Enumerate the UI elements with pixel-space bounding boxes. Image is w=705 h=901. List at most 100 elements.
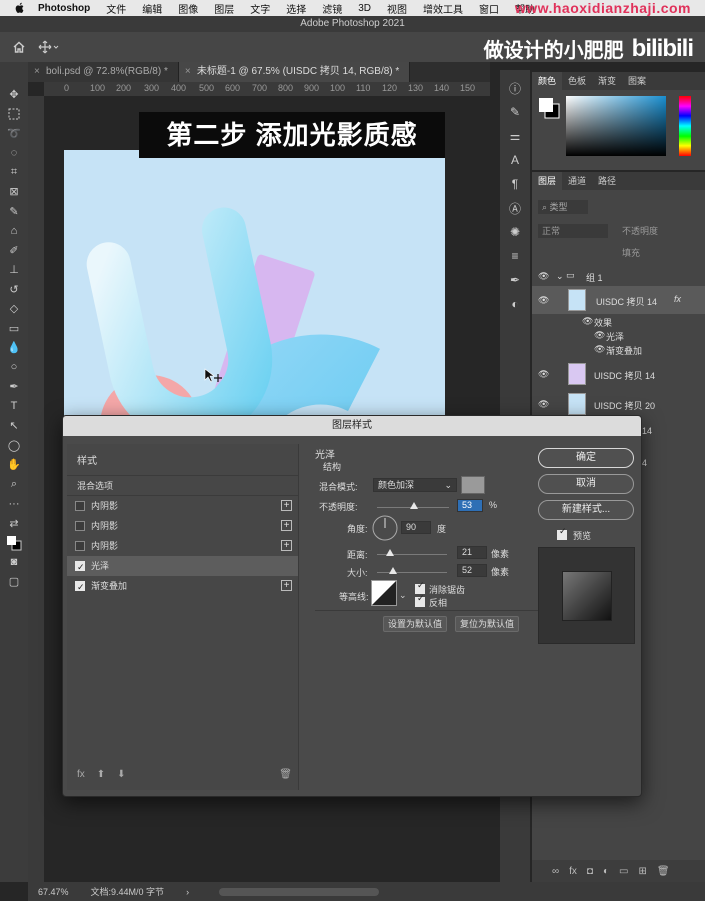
new-style-button[interactable]: 新建样式... bbox=[538, 500, 634, 520]
color-picker[interactable] bbox=[532, 90, 705, 170]
zoom-level[interactable]: 67.47% bbox=[38, 887, 69, 897]
eraser-icon[interactable]: ◇ bbox=[5, 301, 23, 318]
eye-icon[interactable]: 👁 bbox=[582, 316, 593, 327]
tab-patterns[interactable]: 图案 bbox=[622, 72, 652, 90]
angle-dial[interactable] bbox=[371, 514, 399, 542]
style-item-satin[interactable]: 光泽 bbox=[67, 556, 298, 577]
cancel-button[interactable]: 取消 bbox=[538, 474, 634, 494]
distance-slider-knob[interactable] bbox=[386, 549, 394, 556]
history-brush-icon[interactable]: ↺ bbox=[5, 281, 23, 298]
libraries-icon[interactable]: ✺ bbox=[505, 222, 525, 242]
quick-mask-icon[interactable]: ◙ bbox=[5, 554, 23, 571]
fx-icon[interactable]: fx bbox=[77, 769, 85, 780]
color-swatch[interactable] bbox=[461, 476, 485, 494]
eye-icon[interactable]: 👁 bbox=[538, 271, 549, 282]
hand-tool-icon[interactable]: ✋ bbox=[5, 457, 23, 474]
type-tool-icon[interactable]: T bbox=[5, 398, 23, 415]
home-icon[interactable] bbox=[12, 40, 26, 54]
tab-channels[interactable]: 通道 bbox=[562, 172, 592, 190]
contour-preview[interactable] bbox=[371, 580, 397, 606]
menu-select[interactable]: 选择 bbox=[286, 1, 306, 16]
eye-icon[interactable]: 👁 bbox=[538, 369, 549, 380]
zoom-tool-icon[interactable]: ⌕ bbox=[5, 476, 23, 493]
tab-gradients[interactable]: 渐变 bbox=[592, 72, 622, 90]
fx-icon[interactable]: fx bbox=[674, 294, 681, 304]
blur-tool-icon[interactable]: 💧 bbox=[5, 340, 23, 357]
glyphs-icon[interactable]: Ⓐ bbox=[505, 198, 525, 218]
pen-tool-icon[interactable]: ✒ bbox=[5, 379, 23, 396]
menu-window[interactable]: 窗口 bbox=[479, 1, 499, 16]
healing-brush-icon[interactable]: ⌂ bbox=[5, 223, 23, 240]
eye-icon[interactable]: 👁 bbox=[538, 295, 549, 306]
move-up-icon[interactable]: ⬆ bbox=[97, 769, 105, 780]
tab-boli[interactable]: × boli.psd @ 72.8%(RGB/8) * bbox=[28, 62, 179, 82]
tab-untitled[interactable]: × 未标题-1 @ 67.5% (UISDC 拷贝 14, RGB/8) * bbox=[178, 62, 411, 82]
move-tool-icon[interactable]: ✥ bbox=[5, 86, 23, 103]
effect-gradient-row[interactable]: 👁 渐变叠加 bbox=[532, 342, 705, 358]
menu-file[interactable]: 文件 bbox=[106, 1, 126, 16]
add-icon[interactable]: + bbox=[281, 520, 292, 531]
close-icon[interactable]: × bbox=[34, 62, 40, 82]
tab-color[interactable]: 颜色 bbox=[532, 72, 563, 90]
ok-button[interactable]: 确定 bbox=[538, 448, 634, 468]
frame-tool-icon[interactable]: ⊠ bbox=[5, 184, 23, 201]
link-icon[interactable]: ∞ bbox=[552, 866, 559, 877]
trash-icon[interactable]: 🗑 bbox=[279, 769, 292, 780]
info-icon[interactable]: ⓘ bbox=[505, 78, 525, 98]
eye-icon[interactable]: 👁 bbox=[594, 344, 605, 355]
fx-icon[interactable]: fx bbox=[569, 866, 577, 877]
character-icon[interactable]: A bbox=[505, 150, 525, 170]
menu-image[interactable]: 图像 bbox=[178, 1, 198, 16]
blend-mode-dropdown[interactable]: 正常 bbox=[538, 224, 608, 238]
marquee-tool-icon[interactable] bbox=[5, 106, 23, 123]
layer-row[interactable]: 👁 UISDC 拷贝 20 bbox=[532, 390, 705, 418]
opacity-input[interactable]: 53 bbox=[457, 499, 483, 512]
menu-layer[interactable]: 图层 bbox=[214, 1, 234, 16]
properties-icon[interactable]: ≡ bbox=[505, 246, 525, 266]
brush-tool-icon[interactable]: ✐ bbox=[5, 242, 23, 259]
new-layer-icon[interactable]: ⊞ bbox=[638, 866, 646, 877]
layer-filter-dropdown[interactable]: ⌕ 类型 bbox=[538, 200, 588, 214]
clone-stamp-icon[interactable]: ⊥ bbox=[5, 262, 23, 279]
tab-swatches[interactable]: 色板 bbox=[562, 72, 592, 90]
apple-icon[interactable] bbox=[14, 2, 26, 14]
layer-row[interactable]: 👁 UISDC 拷贝 14 bbox=[532, 360, 705, 388]
style-item-inner-shadow[interactable]: 内阴影 + bbox=[67, 496, 298, 516]
mask-icon[interactable]: ◘ bbox=[587, 866, 593, 877]
opacity-slider-knob[interactable] bbox=[410, 502, 418, 509]
new-group-icon[interactable]: ▭ bbox=[619, 866, 628, 877]
checkbox[interactable] bbox=[75, 501, 85, 511]
brush-panel-icon[interactable]: ✎ bbox=[505, 102, 525, 122]
style-item-inner-shadow[interactable]: 内阴影 + bbox=[67, 536, 298, 556]
eye-icon[interactable]: 👁 bbox=[538, 399, 549, 410]
checkbox[interactable] bbox=[75, 521, 85, 531]
move-down-icon[interactable]: ⬇ bbox=[117, 769, 125, 780]
distance-input[interactable]: 21 bbox=[457, 546, 487, 559]
gradient-tool-icon[interactable]: ▭ bbox=[5, 320, 23, 337]
menu-view[interactable]: 视图 bbox=[387, 1, 407, 16]
tab-layers[interactable]: 图层 bbox=[532, 172, 563, 190]
color-swatches-icon[interactable] bbox=[5, 535, 23, 552]
checkbox[interactable] bbox=[75, 541, 85, 551]
menu-app-name[interactable]: Photoshop bbox=[38, 3, 90, 14]
adjustments-icon[interactable]: ⚌ bbox=[505, 126, 525, 146]
layer-row-selected[interactable]: 👁 UISDC 拷贝 14 fx bbox=[532, 286, 705, 314]
chevron-down-icon[interactable]: ⌄ bbox=[556, 271, 564, 282]
adjustment-icon[interactable]: ◐ bbox=[603, 866, 609, 877]
blend-mode-select[interactable]: 颜色加深 ⌄ bbox=[373, 478, 457, 492]
add-icon[interactable]: + bbox=[281, 500, 292, 511]
tab-paths[interactable]: 路径 bbox=[592, 172, 622, 190]
style-item-inner-shadow[interactable]: 内阴影 + bbox=[67, 516, 298, 536]
paths-icon[interactable]: ✒ bbox=[505, 270, 525, 290]
checkbox[interactable] bbox=[75, 557, 85, 577]
menu-plugins[interactable]: 增效工具 bbox=[423, 1, 463, 16]
more-tools-icon[interactable]: ··· bbox=[5, 496, 23, 513]
size-input[interactable]: 52 bbox=[457, 564, 487, 577]
checkbox[interactable] bbox=[75, 577, 85, 597]
paragraph-icon[interactable]: ¶ bbox=[505, 174, 525, 194]
set-default-button[interactable]: 设置为默认值 bbox=[383, 616, 447, 632]
blending-options-item[interactable]: 混合选项 bbox=[67, 476, 298, 496]
dodge-tool-icon[interactable]: ○ bbox=[5, 359, 23, 376]
size-slider[interactable] bbox=[377, 572, 447, 573]
menu-filter[interactable]: 滤镜 bbox=[322, 1, 342, 16]
